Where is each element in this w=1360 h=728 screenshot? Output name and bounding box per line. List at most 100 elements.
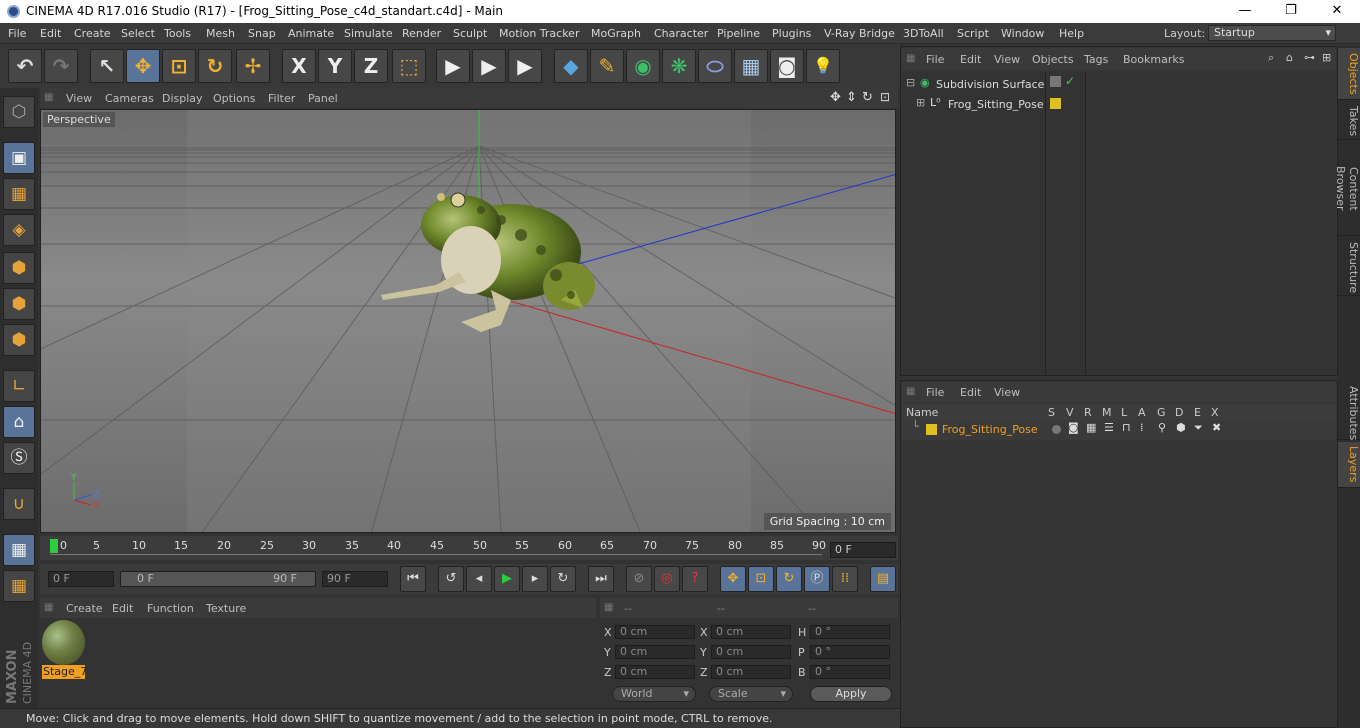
- z-axis-button[interactable]: Z: [354, 49, 388, 83]
- viewport-menu-cameras[interactable]: Cameras: [105, 92, 154, 105]
- material-menu-edit[interactable]: Edit: [112, 602, 133, 615]
- column-locked[interactable]: L: [1121, 406, 1127, 419]
- column-animation[interactable]: A: [1138, 406, 1146, 419]
- menu-snap[interactable]: Snap: [248, 27, 276, 40]
- menu-plugins[interactable]: Plugins: [772, 27, 811, 40]
- rotate-button[interactable]: ↻: [198, 49, 232, 83]
- points-mode-button[interactable]: ⬢: [3, 252, 35, 284]
- layer-color-swatch[interactable]: [926, 424, 937, 435]
- column-solo[interactable]: S: [1048, 406, 1055, 419]
- timeline-ruler[interactable]: 0 5 10 15 20 25 30 35 40 45 50 55 60 65 …: [40, 536, 898, 560]
- previous-frame-button[interactable]: ◂: [466, 566, 492, 592]
- column-deformers[interactable]: D: [1175, 406, 1183, 419]
- edges-mode-button[interactable]: ⬢: [3, 288, 35, 320]
- layer-name[interactable]: Frog_Sitting_Pose: [942, 423, 1038, 436]
- snap-button[interactable]: ∪: [3, 488, 35, 520]
- deformer-icon[interactable]: ⬢: [1176, 421, 1186, 434]
- viewport-menu-filter[interactable]: Filter: [268, 92, 295, 105]
- record-active-button[interactable]: ⊘: [626, 566, 652, 592]
- x-axis-button[interactable]: X: [282, 49, 316, 83]
- zoom-view-icon[interactable]: ⇕: [846, 90, 857, 105]
- animation-icon[interactable]: ⁞: [1140, 421, 1144, 434]
- tab-content-browser[interactable]: Content Browser: [1334, 142, 1360, 236]
- previous-key-button[interactable]: ↺: [438, 566, 464, 592]
- column-manager[interactable]: M: [1102, 406, 1112, 419]
- workplane-lock-button[interactable]: ▦: [3, 534, 35, 566]
- tab-takes[interactable]: Takes: [1338, 102, 1360, 140]
- end-frame-field[interactable]: 90 F: [322, 571, 388, 587]
- model-mode-button[interactable]: ▣: [3, 142, 35, 174]
- start-frame-field[interactable]: 0 F: [48, 571, 114, 587]
- tweak-mode-button[interactable]: ⌂: [3, 406, 35, 438]
- menu-select[interactable]: Select: [121, 27, 155, 40]
- material-thumbnail[interactable]: [42, 620, 85, 665]
- menu-character[interactable]: Character: [654, 27, 708, 40]
- camera-button[interactable]: ◙: [770, 49, 804, 83]
- expand-icon[interactable]: ⊞: [916, 96, 925, 109]
- tab-structure[interactable]: Structure: [1338, 238, 1360, 296]
- coord-space-dropdown[interactable]: World ▾: [612, 686, 696, 702]
- objects-menu-objects[interactable]: Objects: [1032, 53, 1074, 66]
- key-parameter-button[interactable]: Ⓟ: [804, 566, 830, 592]
- link-icon[interactable]: ⊶: [1304, 51, 1315, 64]
- objects-menu-view[interactable]: View: [994, 53, 1020, 66]
- position-y-field[interactable]: 0 cm: [615, 645, 695, 659]
- position-x-field[interactable]: 0 cm: [615, 625, 695, 639]
- next-key-button[interactable]: ↻: [550, 566, 576, 592]
- make-editable-button[interactable]: ⬡: [3, 96, 35, 128]
- material-menu-create[interactable]: Create: [66, 602, 103, 615]
- axis-mode-button[interactable]: ∟: [3, 370, 35, 402]
- keyframe-selection-button[interactable]: ?: [682, 566, 708, 592]
- solo-dot-icon[interactable]: [1052, 425, 1061, 434]
- objects-menu-edit[interactable]: Edit: [960, 53, 981, 66]
- menu-mesh[interactable]: Mesh: [206, 27, 235, 40]
- viewport-menu-panel[interactable]: Panel: [308, 92, 338, 105]
- scale-button[interactable]: ⊡: [162, 49, 196, 83]
- column-render[interactable]: R: [1084, 406, 1092, 419]
- rotation-h-field[interactable]: 0 °: [810, 625, 890, 639]
- menu-script[interactable]: Script: [957, 27, 989, 40]
- lock-icon[interactable]: ⊓: [1122, 421, 1131, 434]
- orbit-view-icon[interactable]: ↻: [862, 90, 873, 105]
- xref-icon[interactable]: ✖: [1212, 421, 1221, 434]
- solo-button[interactable]: Ⓢ: [3, 442, 35, 474]
- manager-icon[interactable]: ☰: [1104, 421, 1114, 434]
- tab-objects[interactable]: Objects: [1338, 48, 1360, 100]
- maximize-view-icon[interactable]: ⊡: [880, 90, 890, 104]
- layers-menu-view[interactable]: View: [994, 386, 1020, 399]
- material-menu-texture[interactable]: Texture: [206, 602, 246, 615]
- size-x-field[interactable]: 0 cm: [711, 625, 791, 639]
- timeline-window-button[interactable]: ▤: [870, 566, 896, 592]
- coord-mode-dropdown[interactable]: Scale ▾: [709, 686, 793, 702]
- live-selection-button[interactable]: ↖: [90, 49, 124, 83]
- menu-3dtoall[interactable]: 3DToAll: [903, 27, 944, 40]
- floor-button[interactable]: ▦: [734, 49, 768, 83]
- object-row[interactable]: ⊟ ◉ Subdivision Surface ✓: [902, 74, 1336, 94]
- objects-menu-file[interactable]: File: [926, 53, 944, 66]
- generator-icon[interactable]: ⚲: [1158, 421, 1166, 434]
- key-scale-button[interactable]: ⊡: [748, 566, 774, 592]
- menu-render[interactable]: Render: [402, 27, 441, 40]
- menu-vray-bridge[interactable]: V-Ray Bridge: [824, 27, 895, 40]
- render-icon[interactable]: ▦: [1086, 421, 1096, 434]
- key-position-button[interactable]: ✥: [720, 566, 746, 592]
- texture-mode-button[interactable]: ▦: [3, 178, 35, 210]
- tab-layers[interactable]: Layers: [1338, 442, 1360, 488]
- render-settings-button[interactable]: ▶: [508, 49, 542, 83]
- range-slider[interactable]: 0 F 90 F: [120, 571, 316, 587]
- play-button[interactable]: ▶: [494, 566, 520, 592]
- menu-create[interactable]: Create: [74, 27, 111, 40]
- transform-button[interactable]: ✢: [236, 49, 270, 83]
- layout-select[interactable]: Startup ▾: [1208, 25, 1336, 41]
- rotation-p-field[interactable]: 0 °: [810, 645, 890, 659]
- render-view-button[interactable]: ▶: [436, 49, 470, 83]
- menu-file[interactable]: File: [8, 27, 26, 40]
- material-name[interactable]: Stage_7: [42, 665, 87, 679]
- rotation-b-field[interactable]: 0 °: [810, 665, 890, 679]
- undo-button[interactable]: ↶: [8, 49, 42, 83]
- current-frame-field[interactable]: 0 F: [830, 542, 896, 558]
- go-to-start-button[interactable]: ⏮: [400, 566, 426, 592]
- position-z-field[interactable]: 0 cm: [615, 665, 695, 679]
- cube-button[interactable]: ◆: [554, 49, 588, 83]
- menu-sculpt[interactable]: Sculpt: [453, 27, 487, 40]
